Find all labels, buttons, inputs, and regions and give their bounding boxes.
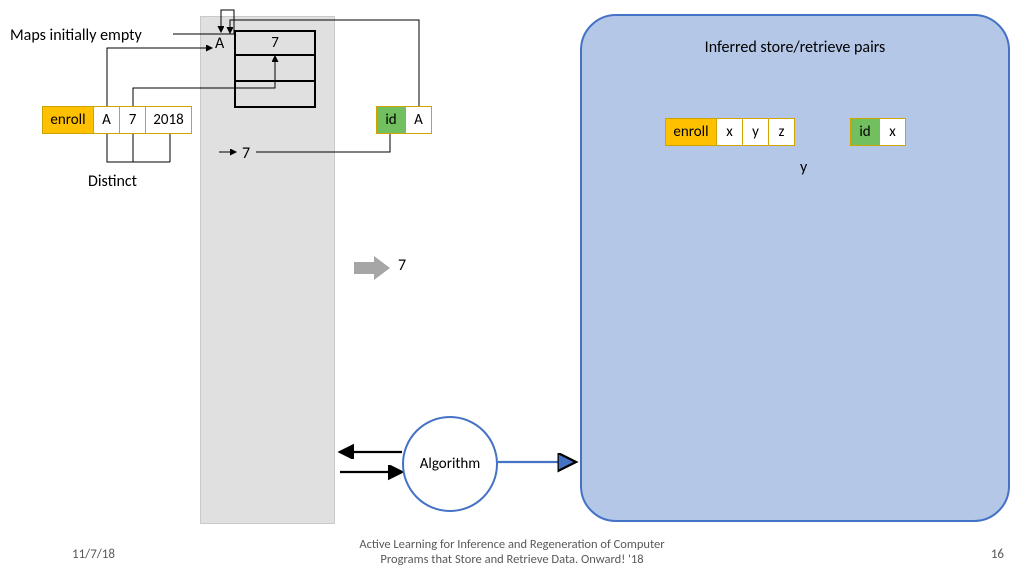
- panel-y-output: y: [800, 158, 807, 177]
- inferred-panel: Inferred store/retrieve pairs: [580, 14, 1010, 522]
- panel-title: Inferred store/retrieve pairs: [582, 38, 1008, 57]
- algorithm-node: Algorithm: [402, 416, 498, 512]
- panel-id-label: id: [850, 118, 880, 146]
- panel-enroll-record: enrollxyz: [665, 118, 795, 146]
- panel-enroll-z: z: [769, 118, 795, 146]
- panel-id-record: idx: [850, 118, 906, 146]
- output-arrow-icon: [352, 254, 392, 282]
- footer-page-number: 16: [991, 547, 1004, 562]
- panel-id-x: x: [880, 118, 906, 146]
- slide: 7 A 7 Maps initially empty enrollA72018 …: [0, 0, 1024, 576]
- footer-title: Active Learning for Inference and Regene…: [0, 537, 1024, 568]
- output-value: 7: [398, 256, 406, 275]
- panel-enroll-label: enroll: [665, 118, 717, 146]
- panel-enroll-x: x: [717, 118, 743, 146]
- panel-enroll-y: y: [743, 118, 769, 146]
